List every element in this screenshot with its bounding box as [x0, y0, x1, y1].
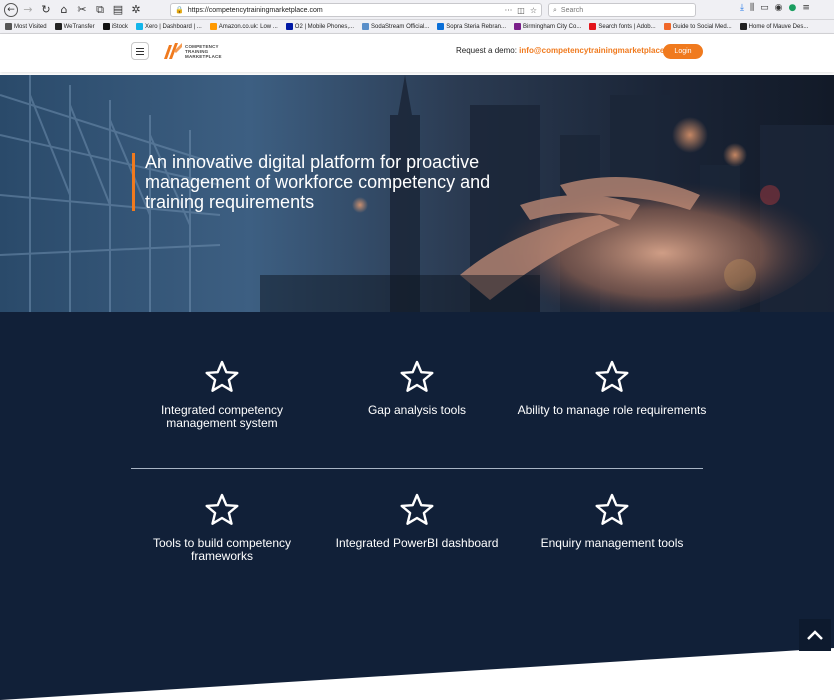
feature-label: Tools to build competency frameworks — [152, 536, 292, 563]
site-header: COMPETENCY TRAINING MARKETPLACE Request … — [0, 34, 834, 72]
bookmarks-bar: Most Visited WeTransfer iStock Xero | Dashb… — [0, 20, 834, 34]
lock-icon: 🔒 — [175, 6, 184, 14]
bookmark-label: Sopra Steria Rebran... — [446, 23, 506, 30]
bookmark-favicon-icon — [102, 23, 110, 30]
back-icon[interactable]: ← — [4, 2, 18, 17]
feature-label: Integrated PowerBI dashboard — [335, 536, 499, 550]
bookmark-item[interactable]: O2 | Mobile Phones,... — [285, 23, 355, 30]
feature-item: Enquiry management tools — [517, 493, 707, 550]
star-icon — [595, 360, 629, 392]
bookmark-item[interactable]: Amazon.co.uk: Low ... — [209, 23, 278, 30]
feature-label: Integrated competency management system — [160, 403, 284, 430]
logo-line-3: MARKETPLACE — [185, 53, 222, 59]
extension-icon[interactable]: ● — [789, 3, 797, 13]
bookmark-favicon-icon — [739, 23, 747, 30]
bookmark-item[interactable]: WeTransfer — [54, 23, 95, 30]
customize-icon[interactable]: ✲ — [128, 2, 144, 18]
bookmark-label: SodaStream Official... — [371, 23, 430, 30]
bookmark-label: iStock — [111, 23, 128, 30]
paste-icon[interactable]: ▤ — [110, 2, 126, 18]
bookmark-label: Amazon.co.uk: Low ... — [218, 23, 278, 30]
feature-item: Integrated PowerBI dashboard — [322, 493, 512, 550]
menu-icon[interactable]: ≡ — [802, 3, 810, 13]
feature-item: Tools to build competency frameworks — [127, 493, 317, 563]
features-divider — [131, 468, 703, 469]
bookmark-favicon-icon — [362, 23, 370, 30]
hero-title: An innovative digital platform for proac… — [145, 152, 491, 212]
logo-mark-icon — [164, 43, 182, 59]
bookmark-item[interactable]: Home of Mauve Des... — [739, 23, 809, 30]
hero-accent-bar — [132, 153, 135, 211]
bookmark-item[interactable]: Sopra Steria Rebran... — [437, 23, 506, 30]
bookmark-label: Birmingham City Co... — [523, 23, 582, 30]
bookmark-favicon-icon — [5, 23, 12, 30]
feature-item: Integrated competency management system — [127, 360, 317, 430]
bookmark-favicon-icon — [589, 23, 597, 30]
bookmark-label: O2 | Mobile Phones,... — [294, 23, 355, 30]
more-icon[interactable]: ··· — [505, 6, 513, 15]
reload-icon[interactable]: ↻ — [38, 2, 54, 18]
search-icon: ⌕ — [553, 5, 557, 14]
login-button[interactable]: Login — [663, 44, 703, 59]
bookmark-item[interactable]: Search fonts | Adob... — [589, 23, 656, 30]
bookmark-favicon-icon — [209, 23, 217, 30]
feature-label: Ability to manage role requirements — [517, 403, 707, 417]
bookmark-item[interactable]: Most Visited — [5, 23, 47, 30]
star-icon — [400, 360, 434, 392]
bookmark-item[interactable]: Birmingham City Co... — [514, 23, 581, 30]
request-demo-label: Request a demo: — [456, 46, 517, 55]
section-bottom-wedge — [0, 648, 834, 700]
search-placeholder: Search — [560, 6, 584, 14]
back-to-top-button[interactable] — [799, 619, 831, 651]
bookmark-star-icon[interactable]: ☆ — [530, 6, 537, 15]
download-icon[interactable]: ⤓ — [740, 3, 744, 13]
pocket-icon[interactable]: ◫ — [517, 6, 525, 15]
request-demo: Request a demo: info@competencytrainingm… — [456, 46, 683, 55]
sidebar-icon[interactable]: ▭ — [760, 3, 769, 13]
bookmark-item[interactable]: iStock — [102, 23, 128, 30]
bookmark-label: Xero | Dashboard | ... — [144, 23, 202, 30]
star-icon — [205, 360, 239, 392]
bookmark-label: Home of Mauve Des... — [748, 23, 809, 30]
address-bar[interactable]: 🔒 https://competencytrainingmarketplace.… — [170, 3, 542, 17]
hero-banner: An innovative digital platform for proac… — [0, 75, 834, 312]
url-text: https://competencytrainingmarketplace.co… — [187, 6, 323, 14]
library-icon[interactable]: ⫼ — [750, 3, 754, 13]
bookmark-label: Most Visited — [14, 23, 47, 30]
copy-icon[interactable]: ⧉ — [92, 2, 108, 18]
bookmark-favicon-icon — [663, 23, 671, 30]
feature-label: Enquiry management tools — [540, 536, 684, 550]
bookmark-favicon-icon — [54, 23, 62, 30]
bookmark-favicon-icon — [285, 23, 293, 30]
feature-label: Gap analysis tools — [367, 403, 467, 417]
bookmark-favicon-icon — [514, 23, 521, 30]
bookmark-label: WeTransfer — [63, 23, 95, 30]
bookmark-favicon-icon — [135, 23, 143, 30]
home-icon[interactable]: ⌂ — [56, 2, 72, 18]
site-logo[interactable]: COMPETENCY TRAINING MARKETPLACE — [163, 41, 222, 61]
hamburger-menu-button[interactable] — [131, 42, 149, 60]
bookmark-label: Guide to Social Med... — [672, 23, 732, 30]
bookmark-item[interactable]: Guide to Social Med... — [663, 23, 732, 30]
bookmark-item[interactable]: Xero | Dashboard | ... — [135, 23, 202, 30]
browser-toolbar: ← → ↻ ⌂ ✂ ⧉ ▤ ✲ 🔒 https://competencytrai… — [0, 0, 834, 20]
bookmark-item[interactable]: SodaStream Official... — [362, 23, 429, 30]
bookmark-favicon-icon — [437, 23, 445, 30]
cut-icon[interactable]: ✂ — [74, 2, 90, 18]
star-icon — [205, 493, 239, 525]
star-icon — [595, 493, 629, 525]
account-icon[interactable]: ◉ — [775, 3, 783, 13]
chevron-up-icon — [807, 630, 823, 640]
bookmark-label: Search fonts | Adob... — [598, 23, 656, 30]
feature-item: Gap analysis tools — [322, 360, 512, 417]
forward-icon[interactable]: → — [20, 2, 36, 18]
feature-item: Ability to manage role requirements — [517, 360, 707, 417]
demo-email-link[interactable]: info@competencytrainingmarketplace.com — [519, 46, 683, 55]
search-input[interactable]: ⌕ Search — [548, 3, 696, 17]
star-icon — [400, 493, 434, 525]
